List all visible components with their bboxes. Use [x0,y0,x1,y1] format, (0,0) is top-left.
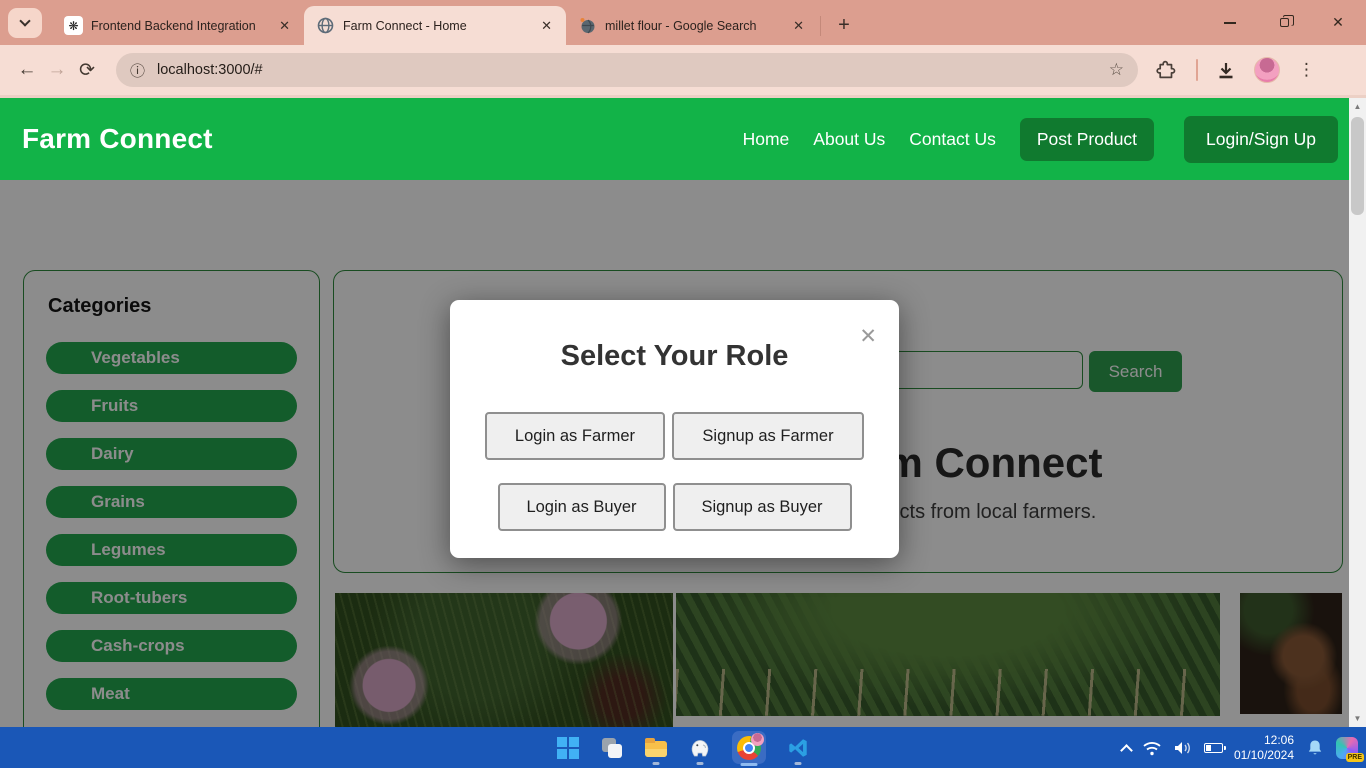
windows-start-icon [557,737,579,759]
reload-button[interactable]: ⟳ [72,59,102,82]
running-indicator [795,762,802,765]
copilot-pre-badge: PRE [1346,753,1364,762]
scroll-up-icon[interactable]: ▲ [1349,98,1366,115]
login-as-buyer-button[interactable]: Login as Buyer [498,483,666,531]
downloads-icon[interactable] [1216,60,1236,80]
toolbar-right: ⋮ [1156,57,1321,83]
browser-menu-icon[interactable]: ⋮ [1298,60,1315,80]
wifi-icon[interactable] [1142,740,1162,756]
running-indicator [653,762,660,765]
window-close-button[interactable]: ✕ [1328,13,1348,33]
toolbar-divider [1196,59,1198,81]
copilot-icon[interactable]: PRE [1336,737,1358,759]
restore-icon [1280,18,1289,27]
brand-logo[interactable]: Farm Connect [22,123,213,155]
tab-search-button[interactable] [8,8,42,38]
clock[interactable]: 12:06 01/10/2024 [1234,733,1294,763]
task-view-icon [602,738,622,758]
tab-close-icon[interactable]: ✕ [275,18,294,34]
bookmark-star-icon[interactable]: ☆ [1109,60,1124,80]
tab-title: millet flour - Google Search [605,19,781,33]
task-view-button[interactable] [600,727,624,768]
address-bar[interactable]: ⓘ localhost:3000/# ☆ [116,53,1138,87]
running-indicator [697,762,704,765]
forward-button[interactable]: → [42,59,72,81]
tab-close-icon[interactable]: ✕ [537,18,556,34]
page-scrollbar[interactable]: ▲ ▼ [1349,98,1366,727]
tab-farm-connect-active[interactable]: Farm Connect - Home ✕ [304,6,566,45]
tab-frontend-backend[interactable]: ❋ Frontend Backend Integration ✕ [52,6,304,45]
tabs-container: ❋ Frontend Backend Integration ✕ Farm Co… [52,0,857,45]
tab-divider [820,16,821,36]
file-explorer-icon [645,741,667,757]
browser-tab-strip: ❋ Frontend Backend Integration ✕ Farm Co… [0,0,1366,45]
taskbar-center [556,727,810,768]
url-text[interactable]: localhost:3000/# [157,62,1109,78]
signup-as-buyer-button[interactable]: Signup as Buyer [673,483,852,531]
nav-contact-link[interactable]: Contact Us [909,129,996,150]
nav-about-link[interactable]: About Us [813,129,885,150]
extensions-icon[interactable] [1156,59,1178,81]
back-button[interactable]: ← [12,59,42,81]
scrollbar-thumb[interactable] [1351,117,1364,215]
window-controls: ✕ [1220,0,1356,45]
tab-title: Farm Connect - Home [343,19,529,33]
chevron-down-icon [19,15,30,26]
site-nav: Home About Us Contact Us Post Product Lo… [743,116,1338,163]
browser-toolbar: ← → ⟳ ⓘ localhost:3000/# ☆ ⋮ [0,45,1366,98]
windows-taskbar: 12:06 01/10/2024 PRE [0,727,1366,768]
postgresql-button[interactable] [688,727,712,768]
chrome-taskbar-button[interactable] [732,731,766,764]
vscode-icon [787,737,809,759]
modal-button-row: Login as Farmer Signup as Farmer [450,412,899,460]
post-product-button[interactable]: Post Product [1020,118,1154,161]
volume-icon[interactable] [1173,740,1193,756]
login-as-farmer-button[interactable]: Login as Farmer [485,412,665,460]
screen: ❋ Frontend Backend Integration ✕ Farm Co… [0,0,1366,768]
battery-icon[interactable] [1204,743,1223,753]
login-signup-button[interactable]: Login/Sign Up [1184,116,1338,163]
active-app-indicator [741,763,758,766]
modal-close-icon[interactable]: ✕ [859,326,877,347]
tab-title: Frontend Backend Integration [91,19,267,33]
window-restore-button[interactable] [1274,13,1294,33]
notification-bell-icon[interactable] [1305,738,1325,758]
file-explorer-button[interactable] [644,727,668,768]
site-info-icon[interactable]: ⓘ [130,60,145,81]
postgresql-icon [688,736,712,760]
modal-button-row: Login as Buyer Signup as Buyer [450,483,899,531]
new-tab-button[interactable]: + [831,14,857,37]
chatgpt-favicon-icon: ❋ [64,16,83,35]
tab-close-icon[interactable]: ✕ [789,18,808,34]
tray-time: 12:06 [1234,733,1294,748]
tray-chevron-up-icon[interactable] [1120,744,1133,757]
modal-title: Select Your Role [450,340,899,373]
select-role-modal: ✕ Select Your Role Login as Farmer Signu… [450,300,899,558]
tab-google-search[interactable]: millet flour - Google Search ✕ [566,6,818,45]
start-button[interactable] [556,727,580,768]
chrome-profile-badge [751,733,764,746]
minimize-icon [1224,22,1236,24]
tray-date: 01/10/2024 [1234,748,1294,763]
profile-avatar[interactable] [1254,57,1280,83]
system-tray: 12:06 01/10/2024 PRE [1122,727,1358,768]
site-header: Farm Connect Home About Us Contact Us Po… [0,98,1366,180]
window-minimize-button[interactable] [1220,13,1240,33]
globe-favicon-icon [316,16,335,35]
globe-badge-favicon-icon [578,16,597,35]
chrome-icon [737,736,761,760]
scroll-down-icon[interactable]: ▼ [1349,710,1366,727]
nav-home-link[interactable]: Home [743,129,790,150]
signup-as-farmer-button[interactable]: Signup as Farmer [672,412,864,460]
vscode-button[interactable] [786,727,810,768]
